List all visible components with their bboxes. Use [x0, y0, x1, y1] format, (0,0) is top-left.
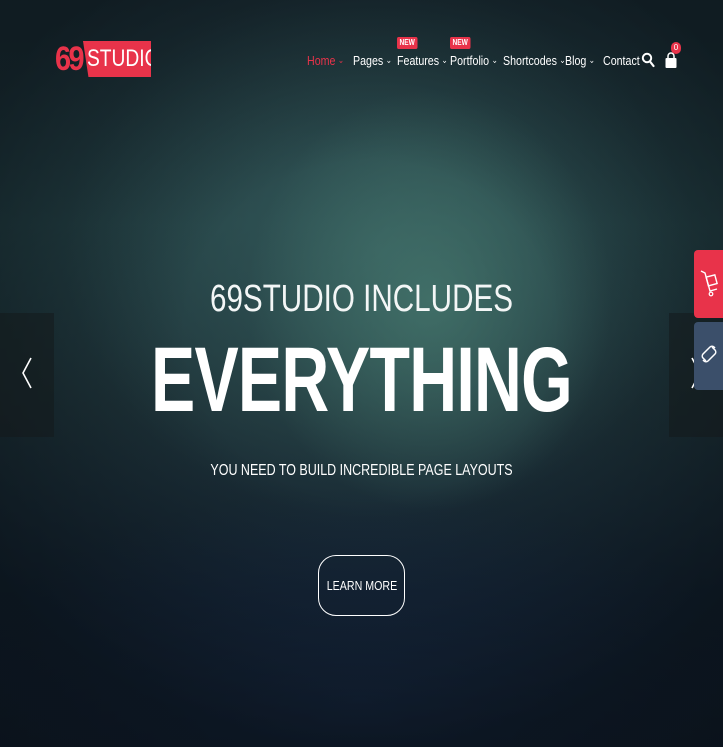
nav-item-features[interactable]: NEW Features ⌄: [397, 36, 448, 68]
link-icon: [698, 337, 720, 376]
nav-item-label: Portfolio: [450, 52, 490, 68]
chevron-down-icon: ⌄: [491, 54, 498, 65]
cart-count-badge: 0: [671, 42, 681, 54]
hero-description: YOU NEED TO BUILD INCREDIBLE PAGE LAYOUT…: [210, 462, 513, 479]
learn-more-button[interactable]: LEARN MORE: [318, 555, 405, 616]
side-link-button[interactable]: [694, 322, 723, 390]
slider-prev-button[interactable]: [0, 313, 54, 437]
chevron-left-icon: [20, 356, 34, 395]
nav-item-home[interactable]: Home ⌄: [307, 53, 345, 68]
side-cart-button[interactable]: [694, 250, 723, 318]
chevron-down-icon: ⌄: [441, 54, 448, 65]
logo-badge: STUDIO: [83, 41, 151, 77]
header-icons: 0: [641, 42, 681, 69]
nav-item-portfolio[interactable]: NEW Portfolio ⌄: [450, 36, 498, 68]
nav-item-blog[interactable]: Blog ⌄: [565, 53, 596, 68]
hero-title: EVERYTHING: [151, 329, 573, 431]
site-logo[interactable]: 69 STUDIO: [55, 40, 151, 78]
nav-item-label: Contact: [603, 52, 640, 68]
nav-item-label: Features: [397, 52, 440, 68]
learn-more-label: LEARN MORE: [326, 578, 397, 593]
cart-icon: [698, 265, 720, 304]
new-badge: NEW: [450, 36, 471, 49]
logo-number: 69: [55, 40, 85, 78]
nav-item-label: Home: [307, 52, 336, 68]
nav-item-shortcodes[interactable]: Shortcodes ⌄: [503, 52, 566, 68]
new-badge: NEW: [397, 36, 418, 49]
logo-text: STUDIO: [87, 45, 160, 72]
hero-subtitle: 69STUDIO INCLUDES: [209, 278, 514, 320]
chevron-down-icon: ⌄: [337, 54, 345, 65]
nav-item-contact[interactable]: Contact: [603, 53, 640, 68]
shopping-bag-icon[interactable]: 0: [664, 42, 681, 69]
nav-item-label: Pages: [353, 52, 384, 68]
nav-item-label: Blog: [565, 52, 587, 68]
chevron-down-icon: ⌄: [385, 54, 392, 65]
nav-item-pages[interactable]: Pages ⌄: [353, 52, 392, 68]
search-icon[interactable]: [641, 52, 655, 68]
main-nav: Home ⌄ Pages ⌄ NEW Features ⌄ NEW Portfo…: [307, 36, 640, 70]
nav-item-label: Shortcodes: [503, 52, 557, 68]
chevron-down-icon: ⌄: [588, 54, 595, 65]
